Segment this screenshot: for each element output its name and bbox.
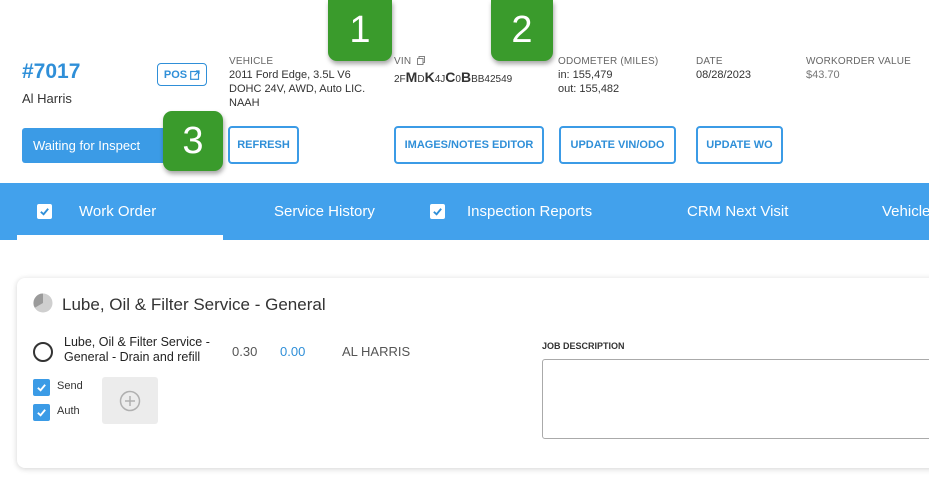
vehicle-line-2: DOHC 24V, AWD, Auto LIC. [229,83,366,95]
job-technician: AL HARRIS [342,344,411,359]
work-order-number: #7017 [22,60,81,83]
tab-vehicle[interactable]: Vehicle [882,183,929,240]
vin-part-emphasis: M [405,69,418,85]
vin-part-emphasis: C [445,69,456,85]
vehicle-line-1: 2011 Ford Edge, 3.5L V6 [229,69,351,81]
update-wo-button[interactable]: UPDATE WO [696,126,783,164]
active-tab-indicator [17,235,223,240]
auth-label: Auth [57,405,80,417]
tab-bar: Work Order Service History Inspection Re… [0,183,929,240]
callout-badge-3: 3 [163,111,223,171]
pie-chart-icon [33,293,53,313]
tab-inspection-reports[interactable]: Inspection Reports [430,183,592,240]
odometer-out: out: 155,482 [558,83,620,95]
checkmark-icon [37,384,46,392]
images-notes-editor-button[interactable]: IMAGES/NOTES EDITOR [394,126,544,164]
vin-part: D [417,74,425,85]
date-value: 08/28/2023 [696,69,752,81]
vehicle-label: VEHICLE [229,56,274,67]
work-order-page: #7017 Al Harris POS VEHICLE 2011 Ford Ed… [0,0,929,481]
vehicle-line-3: NAAH [229,97,260,109]
vin-label-row: VIN [394,56,426,67]
odometer-in: in: 155,479 [558,69,613,81]
send-label: Send [57,380,83,392]
job-line-name: Lube, Oil & Filter Service - General - D… [64,335,210,364]
vin-part: BB42549 [471,74,513,85]
vin-part-emphasis: K [424,69,435,85]
job-description-label: JOB DESCRIPTION [542,341,625,351]
pos-button[interactable]: POS [157,63,207,86]
callout-badge-1: 1 [328,0,392,61]
vin-part-emphasis: B [460,69,472,85]
auth-checkbox[interactable] [33,404,50,421]
callout-badge-2: 2 [491,0,553,61]
vin-part: 4J [434,74,446,85]
customer-name: Al Harris [22,91,72,106]
checkbox-checked-icon[interactable] [37,204,52,219]
odometer-label: ODOMETER (MILES) [558,56,659,67]
pos-label: POS [163,68,188,81]
send-checkbox[interactable] [33,379,50,396]
tab-work-order[interactable]: Work Order [37,183,156,240]
tab-label: Work Order [79,203,157,220]
plus-circle-icon [119,390,141,411]
refresh-button[interactable]: REFRESH [228,126,299,164]
date-label: DATE [696,56,723,67]
job-title: Lube, Oil & Filter Service - General [62,295,326,314]
tab-service-history[interactable]: Service History [274,183,375,240]
copy-icon[interactable] [417,56,426,65]
update-vin-odo-button[interactable]: UPDATE VIN/ODO [559,126,676,164]
vin-label: VIN [394,56,412,67]
tab-label: Inspection Reports [467,203,593,220]
checkbox-checked-icon[interactable] [430,204,445,219]
tab-label: CRM Next Visit [687,203,789,220]
tab-crm-next-visit[interactable]: CRM Next Visit [687,183,788,240]
tab-label: Service History [274,203,375,220]
checkmark-icon [37,409,46,417]
job-description-input[interactable] [542,359,929,439]
add-image-button[interactable] [102,377,158,424]
tab-label: Vehicle [882,203,929,220]
job-select-radio[interactable] [33,342,53,362]
job-price[interactable]: 0.00 [280,344,305,359]
external-link-icon [190,69,200,80]
vin-part: 2F [394,74,406,85]
workorder-value: $43.70 [806,69,840,81]
workorder-value-label: WORKORDER VALUE [806,56,912,67]
job-hours: 0.30 [232,344,258,359]
vin-value: 2FMDK4JC0BBB42549 [394,69,512,85]
